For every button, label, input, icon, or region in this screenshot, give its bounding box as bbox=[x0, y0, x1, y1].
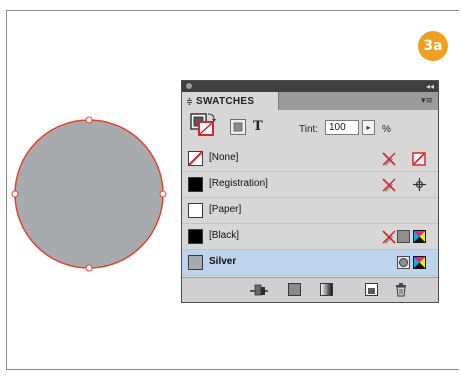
anchor-point-bottom[interactable] bbox=[85, 264, 93, 272]
none-chip-icon bbox=[188, 151, 203, 166]
swatch-chip bbox=[188, 177, 203, 192]
formatting-text-icon[interactable]: T bbox=[253, 119, 263, 134]
panel-bottom-bar bbox=[182, 277, 438, 302]
panel-titlebar[interactable]: ◂◂ bbox=[182, 81, 438, 92]
delete-swatch-icon[interactable] bbox=[395, 283, 407, 297]
swatch-chip bbox=[188, 229, 203, 244]
spot-color-icon bbox=[397, 256, 410, 269]
swatch-row-paper[interactable]: [Paper] bbox=[182, 198, 438, 224]
swatch-chip bbox=[188, 203, 203, 218]
no-edit-icon bbox=[382, 178, 396, 192]
panel-tabbar: ≑ SWATCHES ▾≡ bbox=[182, 92, 438, 110]
none-square-icon bbox=[412, 152, 426, 166]
swatch-name: [Registration] bbox=[209, 178, 268, 189]
tab-swatches[interactable]: ≑ SWATCHES bbox=[182, 92, 279, 110]
anchor-point-top[interactable] bbox=[85, 116, 93, 124]
tab-swatches-label: SWATCHES bbox=[196, 95, 255, 107]
cmyk-icon bbox=[413, 256, 426, 269]
no-edit-icon bbox=[382, 230, 396, 244]
swatch-row-none[interactable]: [None] bbox=[182, 146, 438, 172]
swatch-name: [Black] bbox=[209, 230, 240, 241]
tab-arrows-icon: ≑ bbox=[186, 96, 194, 106]
show-color-swatches-icon[interactable] bbox=[288, 283, 301, 296]
swatch-row-registration[interactable]: [Registration] bbox=[182, 172, 438, 198]
show-all-swatches-icon[interactable] bbox=[250, 283, 268, 297]
tint-stepper-button[interactable]: ▸ bbox=[362, 120, 375, 135]
panel-close-icon[interactable] bbox=[186, 83, 192, 89]
new-swatch-icon[interactable] bbox=[365, 283, 378, 296]
swatches-panel: ◂◂ ≑ SWATCHES ▾≡ T Tint: 100 ▸ % [None] … bbox=[181, 80, 439, 303]
anchor-point-right[interactable] bbox=[159, 190, 167, 198]
show-gradient-swatches-icon[interactable] bbox=[320, 283, 333, 296]
tint-input[interactable]: 100 bbox=[325, 120, 359, 135]
fill-stroke-icon[interactable] bbox=[190, 113, 216, 137]
swatch-name: Silver bbox=[209, 256, 237, 267]
anchor-point-left[interactable] bbox=[11, 190, 19, 198]
swatch-name: [None] bbox=[209, 152, 239, 163]
tint-label: Tint: bbox=[299, 124, 319, 135]
swatch-list: [None] [Registration] [Paper] [Black] Si… bbox=[182, 146, 438, 278]
tint-unit: % bbox=[382, 124, 391, 135]
formatting-container-icon[interactable] bbox=[230, 119, 246, 135]
registration-icon bbox=[413, 178, 426, 191]
panel-toolbar: T Tint: 100 ▸ % bbox=[182, 110, 438, 146]
silver-circle[interactable] bbox=[14, 119, 164, 269]
swatch-chip bbox=[188, 255, 203, 270]
panel-menu-icon[interactable]: ▾≡ bbox=[421, 93, 433, 109]
swatch-row-black[interactable]: [Black] bbox=[182, 224, 438, 250]
no-edit-icon bbox=[382, 152, 396, 166]
cmyk-icon bbox=[413, 230, 426, 243]
panel-collapse-icon[interactable]: ◂◂ bbox=[426, 81, 434, 92]
process-color-icon bbox=[397, 230, 410, 243]
swatch-name: [Paper] bbox=[209, 204, 242, 215]
swatch-row-silver[interactable]: Silver bbox=[182, 250, 438, 276]
